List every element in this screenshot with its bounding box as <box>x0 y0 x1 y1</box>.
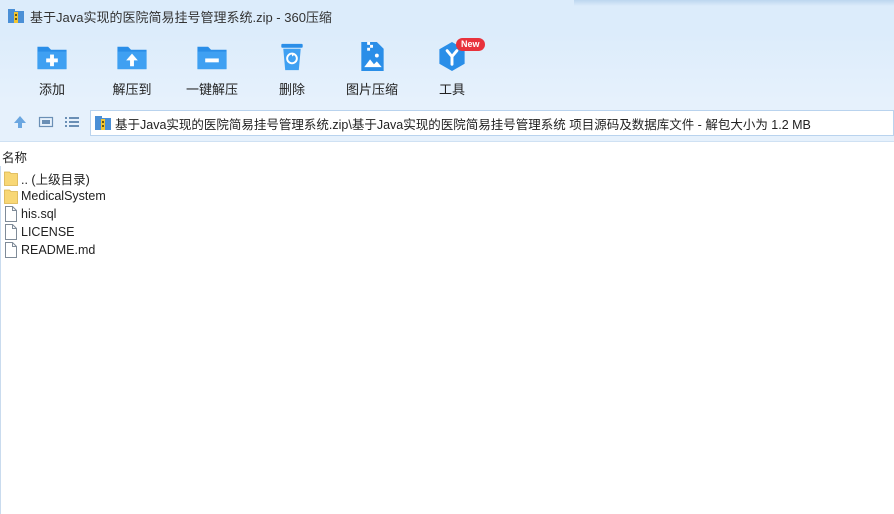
file-name: .. (上级目录) <box>21 172 90 187</box>
list-left-border <box>0 166 1 514</box>
title-bar: 基于Java实现的医院简易挂号管理系统.zip - 360压缩 <box>0 0 894 32</box>
file-icon <box>5 206 17 222</box>
one-click-extract-label: 一键解压 <box>185 82 238 97</box>
extract-to-button[interactable]: 解压到 <box>92 40 172 98</box>
window-title: 基于Java实现的医院简易挂号管理系统.zip - 360压缩 <box>30 9 332 25</box>
tools-button[interactable]: New 工具 <box>412 38 492 98</box>
new-badge: New <box>456 38 485 51</box>
list-view-icon[interactable] <box>64 114 80 130</box>
add-button[interactable]: 添加 <box>12 40 92 98</box>
file-list: .. (上级目录) MedicalSystem his.sql LICENSE … <box>4 169 404 259</box>
list-item-license[interactable]: LICENSE <box>4 223 404 241</box>
address-row: 基于Java实现的医院简易挂号管理系统.zip\基于Java实现的医院简易挂号管… <box>0 102 894 142</box>
tools-label: 工具 <box>438 82 465 97</box>
add-label: 添加 <box>38 82 65 97</box>
extract-to-icon <box>117 46 147 70</box>
folder-icon <box>4 189 18 204</box>
list-item-readme[interactable]: README.md <box>4 241 404 259</box>
list-header: 名称 <box>0 146 894 166</box>
archive-icon <box>95 116 111 130</box>
column-header-name[interactable]: 名称 <box>2 147 27 166</box>
list-item-his-sql[interactable]: his.sql <box>4 205 404 223</box>
image-compress-button[interactable]: 图片压缩 <box>332 40 412 98</box>
toolbar: 添加 解压到 一键解压 删除 图片压缩 New 工具 <box>0 32 894 102</box>
file-name: MedicalSystem <box>21 189 106 203</box>
delete-icon <box>281 43 303 71</box>
window-top-edge <box>574 0 894 6</box>
file-icon <box>5 224 17 240</box>
address-path: 基于Java实现的医院简易挂号管理系统.zip\基于Java实现的医院简易挂号管… <box>115 117 811 132</box>
list-item-medicalsystem[interactable]: MedicalSystem <box>4 187 404 205</box>
thumbnail-view-icon[interactable] <box>38 114 54 130</box>
file-name: LICENSE <box>21 225 75 239</box>
list-item-parent-dir[interactable]: .. (上级目录) <box>4 169 404 187</box>
delete-button[interactable]: 删除 <box>252 40 332 98</box>
extract-to-label: 解压到 <box>112 82 152 97</box>
image-compress-label: 图片压缩 <box>345 82 398 97</box>
file-name: his.sql <box>21 207 57 221</box>
address-bar[interactable]: 基于Java实现的医院简易挂号管理系统.zip\基于Java实现的医院简易挂号管… <box>90 110 894 136</box>
add-icon <box>37 46 67 70</box>
folder-icon <box>4 171 18 186</box>
up-arrow-icon[interactable] <box>12 114 28 130</box>
delete-label: 删除 <box>278 82 305 97</box>
one-click-extract-icon <box>197 46 227 70</box>
file-icon <box>5 242 17 258</box>
image-compress-icon <box>361 41 384 72</box>
one-click-extract-button[interactable]: 一键解压 <box>172 40 252 98</box>
archive-app-icon <box>8 9 24 23</box>
file-name: README.md <box>21 243 96 257</box>
